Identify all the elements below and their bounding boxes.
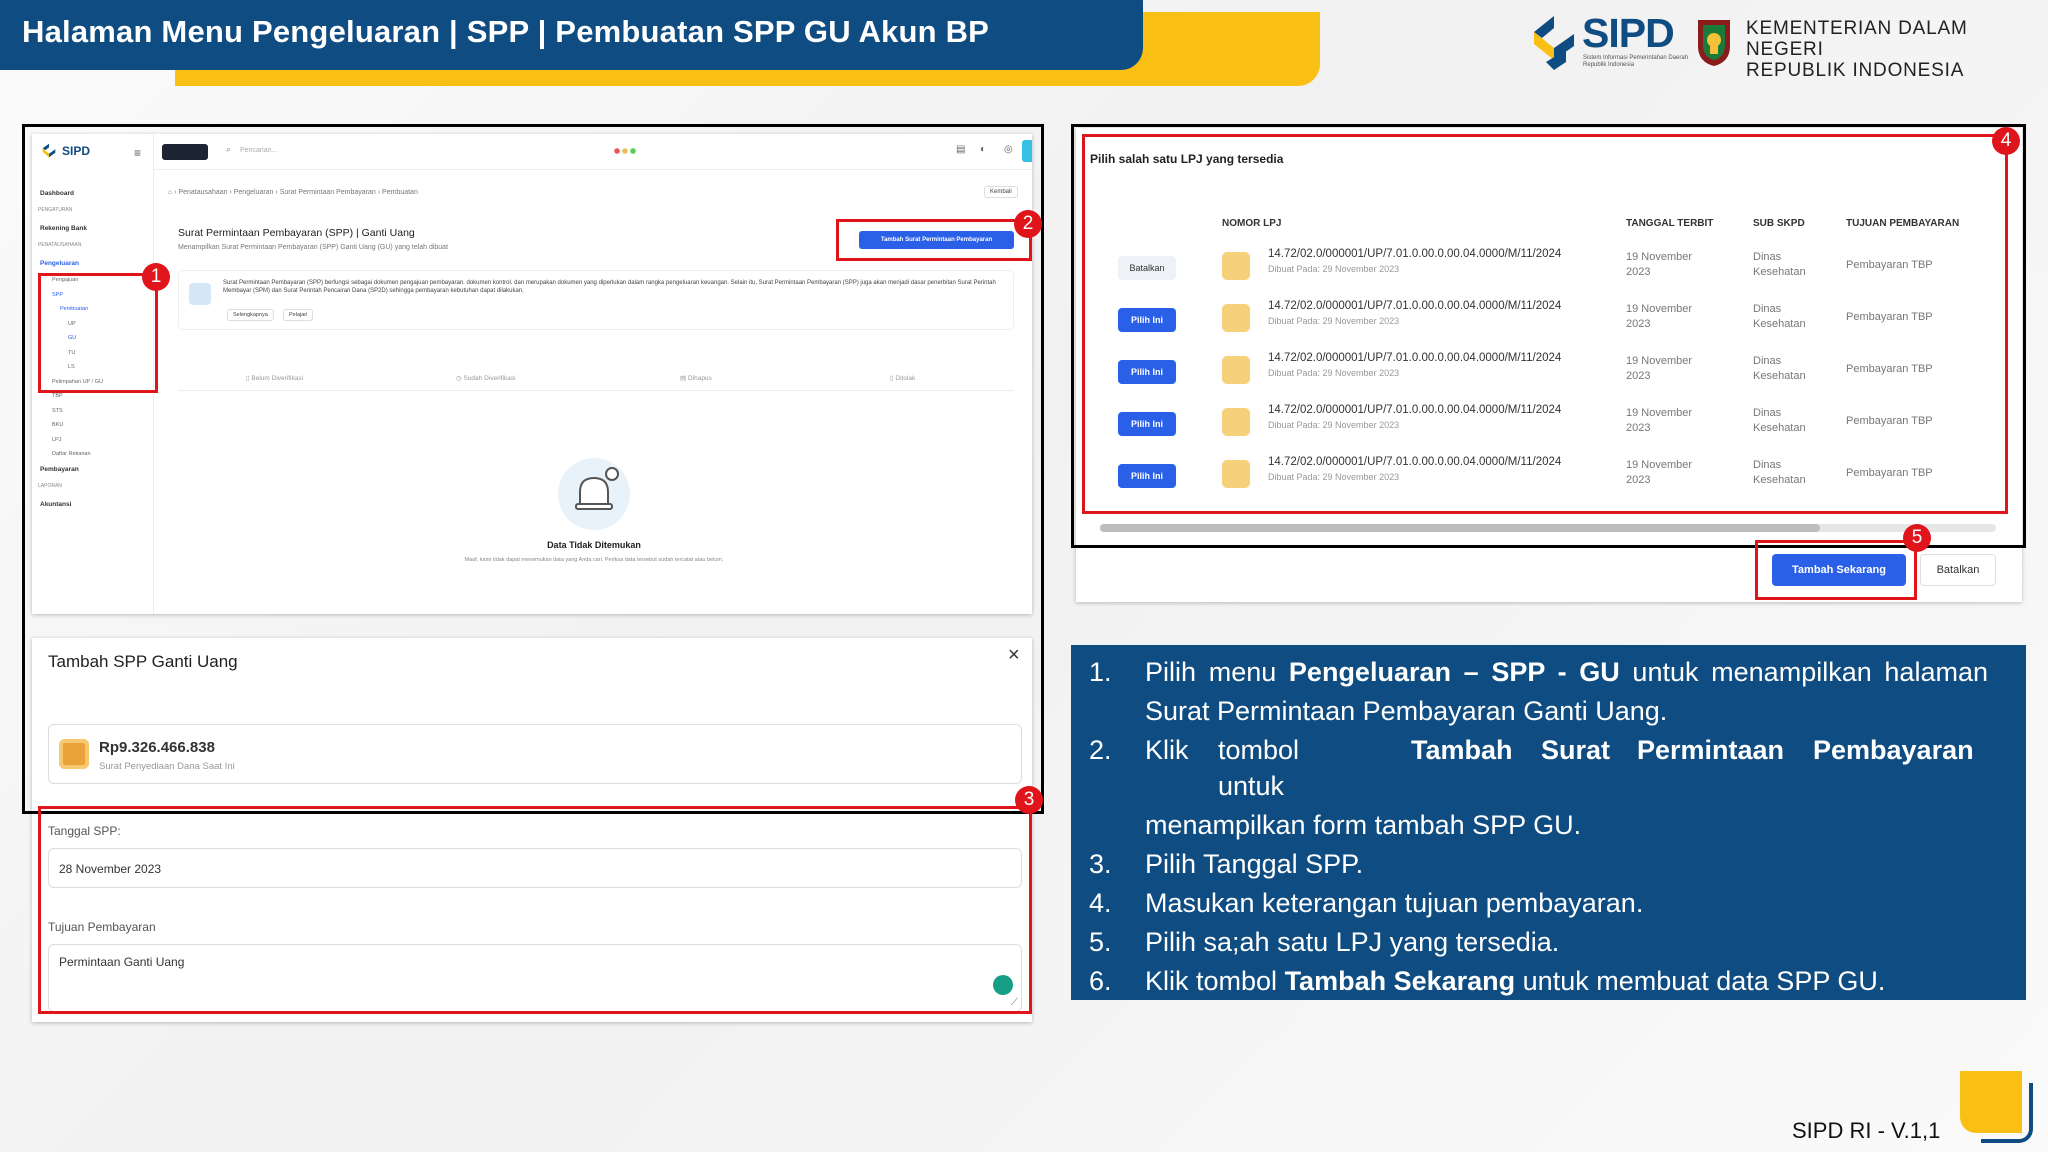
badge-1: 1 <box>142 263 170 291</box>
step-text-part: tombol <box>1218 735 1300 765</box>
ministry-emblem-icon <box>1698 20 1730 66</box>
ministry-line-2: REPUBLIK INDONESIA <box>1746 60 1965 81</box>
sipd-logo-subtitle: Sistem Informasi Pemerintahan Daerah Rep… <box>1583 55 1689 68</box>
step-text-bold: Surat <box>1541 735 1611 765</box>
step-text-bold: Pembayaran <box>1813 735 1974 765</box>
step-text: Pilih Tanggal SPP. <box>1145 849 1364 879</box>
ministry-name: KEMENTERIAN DALAM NEGERI REPUBLIK INDONE… <box>1746 18 2048 81</box>
step-text-part: Pilih menu <box>1145 657 1289 687</box>
step-text-bold: Permintaan <box>1637 735 1785 765</box>
instructions-panel: 1. Pilih menu Pengeluaran – SPP - GU unt… <box>1071 645 2026 1000</box>
sipd-logo-text: SIPD <box>1582 10 1675 56</box>
badge-4: 4 <box>1992 127 2020 155</box>
ministry-line-1: KEMENTERIAN DALAM NEGERI <box>1746 18 1968 60</box>
step-text-part: untuk menampilkan halaman <box>1619 657 1988 687</box>
highlight-1 <box>38 273 158 393</box>
highlight-5 <box>1755 540 1917 600</box>
step-number: 4. <box>1089 888 1112 918</box>
cancel-button[interactable]: Batalkan <box>1920 554 1996 586</box>
step-text: Pilih sa;ah satu LPJ yang tersedia. <box>1145 927 1560 957</box>
step-number: 2. <box>1089 735 1112 765</box>
step-text: Klik tombol Tambah Sekarang untuk membua… <box>1145 966 1988 997</box>
step-text-bold: Pengeluaran – SPP - GU <box>1288 657 1620 687</box>
step-number: 3. <box>1089 849 1112 879</box>
highlight-4 <box>1082 134 2008 514</box>
badge-3: 3 <box>1015 786 1043 814</box>
step-text-part: Klik tombol <box>1145 966 1285 996</box>
step-number: 1. <box>1089 657 1112 687</box>
corner-outline <box>1981 1083 2033 1143</box>
step-text-bold: Tambah <box>1411 735 1513 765</box>
step-text-part: untuk <box>1218 771 1285 801</box>
badge-2: 2 <box>1014 210 1042 238</box>
highlight-2 <box>836 219 1032 261</box>
step-number: 6. <box>1089 966 1112 996</box>
step-text: menampilkan form tambah SPP GU. <box>1145 810 1582 840</box>
step-text: Surat Permintaan Pembayaran Ganti Uang. <box>1145 696 1668 726</box>
footer-version: SIPD RI - V.1,1 <box>1792 1118 1941 1143</box>
step-text-bold: Tambah Sekarang <box>1284 966 1516 996</box>
page-title: Halaman Menu Pengeluaran | SPP | Pembuat… <box>22 14 990 49</box>
sipd-logo-icon <box>1534 16 1574 70</box>
step-text: Pilih menu Pengeluaran – SPP - GU untuk … <box>1145 657 1988 688</box>
step-text-part: untuk membuat data SPP GU. <box>1515 966 1886 996</box>
badge-5: 5 <box>1903 524 1931 552</box>
highlight-3 <box>38 806 1032 1014</box>
step-text: Masukan keterangan tujuan pembayaran. <box>1145 888 1644 918</box>
step-text-part: Klik <box>1145 735 1189 765</box>
step-number: 5. <box>1089 927 1112 957</box>
